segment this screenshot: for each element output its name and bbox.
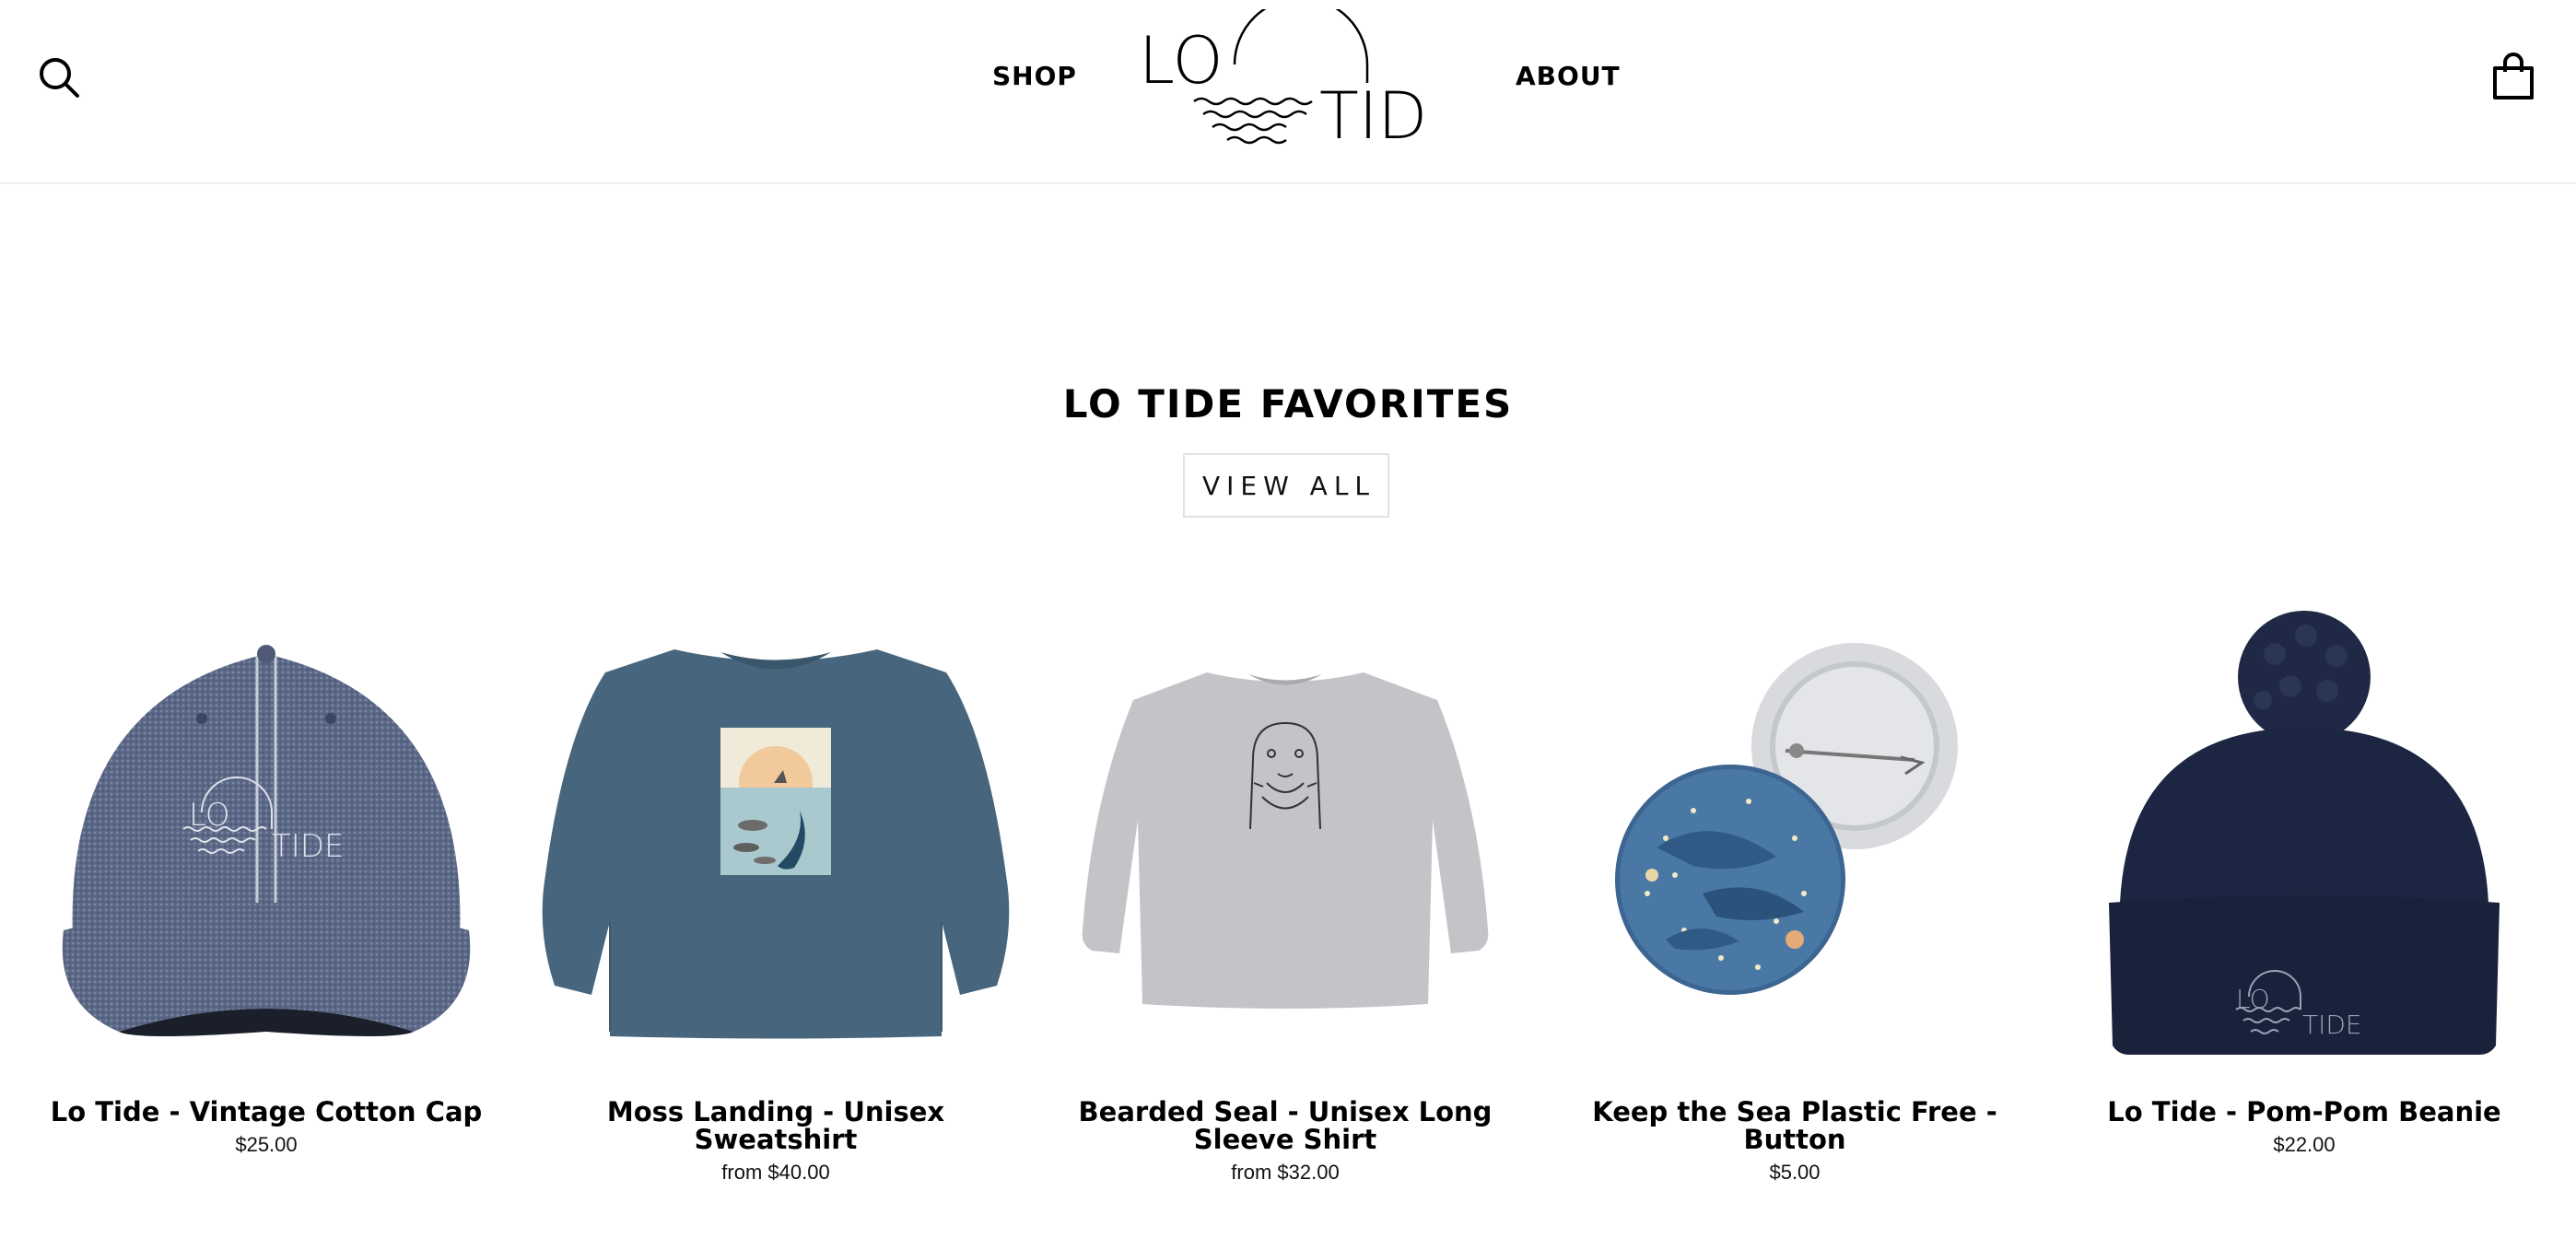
cap-image: LO TIDE <box>62 645 471 1036</box>
beanie-image: LO TIDE <box>2109 611 2500 1055</box>
section-title: LO TIDE FAVORITES <box>1062 381 1514 426</box>
sweatshirt-image <box>542 649 1010 1039</box>
product-name[interactable]: Lo Tide - Pom-Pom Beanie <box>2065 1098 2544 1126</box>
view-all-button[interactable]: VIEW ALL <box>1183 453 1389 518</box>
cart-button[interactable] <box>2491 52 2535 101</box>
product-card[interactable]: Moss Landing - Unisex Sweatshirt from $4… <box>536 599 1015 1185</box>
shopping-bag-icon <box>2493 53 2534 99</box>
search-icon <box>40 58 79 98</box>
product-card[interactable]: LO TIDE Lo Tide - Vintage Cotton Cap $25… <box>27 599 506 1157</box>
product-price: $22.00 <box>2273 1133 2336 1156</box>
product-price: from $40.00 <box>721 1161 830 1184</box>
svg-text:LO: LO <box>2236 984 2270 1014</box>
product-card[interactable]: Keep the Sea Plastic Free - Button $5.00 <box>1555 599 2034 1185</box>
nav-shop-link[interactable]: SHOP <box>992 61 1077 91</box>
button-pin-image <box>1615 643 1958 995</box>
product-name[interactable]: Bearded Seal - Unisex Long Sleeve Shirt <box>1046 1098 1525 1153</box>
product-price: $25.00 <box>235 1133 298 1156</box>
product-price: $5.00 <box>1769 1161 1821 1184</box>
long-sleeve-image <box>1082 672 1489 1009</box>
product-card[interactable]: LO TIDE Lo Tide - Pom-Pom Beanie $22.00 <box>2065 599 2544 1157</box>
site-header: SHOP LO TIDE ABOUT <box>0 0 2576 184</box>
product-card[interactable]: Bearded Seal - Unisex Long Sleeve Shirt … <box>1046 599 1525 1185</box>
svg-text:TIDE: TIDE <box>272 828 344 865</box>
nav-about-link[interactable]: ABOUT <box>1516 61 1621 91</box>
product-name[interactable]: Keep the Sea Plastic Free - Button <box>1555 1098 2034 1153</box>
logo-text-tide: TIDE <box>1319 78 1434 147</box>
product-name[interactable]: Moss Landing - Unisex Sweatshirt <box>536 1098 1015 1153</box>
product-name[interactable]: Lo Tide - Vintage Cotton Cap <box>27 1098 506 1126</box>
svg-text:LO: LO <box>189 797 230 834</box>
logo-text-lo: LO <box>1139 23 1224 99</box>
svg-text:TIDE: TIDE <box>2302 1010 2362 1040</box>
product-price: from $32.00 <box>1231 1161 1340 1184</box>
search-button[interactable] <box>37 55 81 99</box>
site-logo[interactable]: LO TIDE <box>1139 0 1469 154</box>
